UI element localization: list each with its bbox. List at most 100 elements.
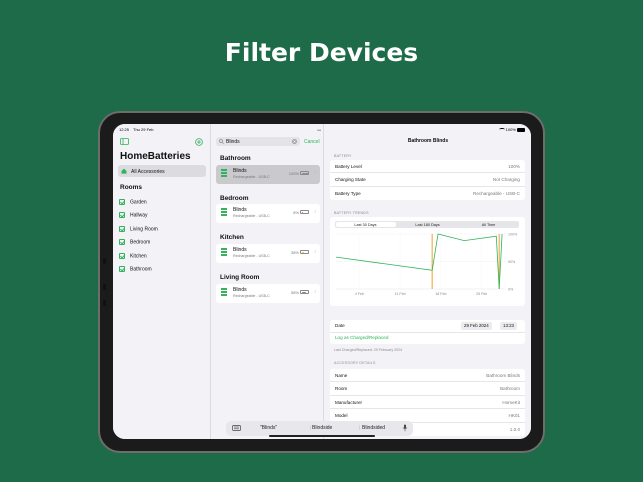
add-icon[interactable] <box>195 138 203 146</box>
device-row-bathroom-blinds[interactable]: Blinds Rechargeable - USB-C 100% › <box>216 165 320 184</box>
row-value: Bathroom Blinds <box>486 373 520 378</box>
sidebar-item-hallway[interactable]: Hallway <box>119 212 148 218</box>
row-label: Name <box>335 373 348 378</box>
sidebar-item-label: Kitchen <box>130 253 147 260</box>
device-row-bedroom-blinds[interactable]: Blinds Rechargeable - USB-C 8% › <box>216 204 320 223</box>
battery-level: 8% <box>293 210 299 215</box>
sidebar-item-bathroom[interactable]: Bathroom <box>119 266 152 272</box>
battery-type-row: Battery Type Rechargeable - USB-C <box>330 187 525 200</box>
log-charged-button[interactable]: Log as Charged/Replaced <box>335 335 388 340</box>
checkmark-icon <box>119 239 125 245</box>
separator: | <box>359 425 361 431</box>
device-name: Blinds <box>233 168 247 174</box>
headline: Filter Devices <box>224 38 419 67</box>
all-accessories-item[interactable]: All Accessories <box>118 165 206 177</box>
status-time: 12:25 <box>119 127 130 132</box>
device-type: Rechargeable - USB-C <box>233 214 270 218</box>
checkmark-icon <box>119 266 125 272</box>
battery-icon <box>300 250 309 254</box>
device-row-living-room-blinds[interactable]: Blinds Rechargeable - USB-C 58% › <box>216 284 320 303</box>
app-title: HomeBatteries <box>120 151 191 162</box>
sidebar: 12:25 Thu 29 Feb HomeBatteries All Acces… <box>113 124 211 439</box>
y-tick-label: 100% <box>508 233 518 237</box>
list-icon <box>221 169 227 177</box>
tab-all-time[interactable]: All Time <box>458 223 519 227</box>
x-tick-label: 25 Feb <box>476 292 487 296</box>
battery-group: Battery Level 100% Charging State Not Char… <box>330 160 525 201</box>
y-tick-label: 0% <box>508 288 514 292</box>
date-picker[interactable]: 29 Feb 2024 <box>461 321 492 330</box>
tab-last-30-days[interactable]: Last 30 Days <box>335 223 396 227</box>
log-group: Date 29 Feb 2024 13:23 Log as Charged/Re… <box>330 320 525 344</box>
x-tick-label: 18 Feb <box>435 292 446 296</box>
search-field[interactable]: Blinds <box>216 137 300 146</box>
device-list-column: ••• Blinds Cancel Bathroom Blinds Rechar… <box>212 124 324 439</box>
x-tick-label: 4 Feb <box>355 292 364 296</box>
last-charged-note: Last Charged/Replaced: 29 February 2024 <box>334 348 403 352</box>
date-label: Date <box>335 323 345 328</box>
device-type: Rechargeable - USB-C <box>233 294 270 298</box>
sidebar-toggle-icon[interactable] <box>120 138 129 145</box>
accessory-section-header: Accessory Details <box>334 361 376 365</box>
room-row: Room Bathroom <box>330 382 525 396</box>
sidebar-item-kitchen[interactable]: Kitchen <box>119 253 147 259</box>
row-value: Bathroom <box>500 386 520 392</box>
battery-icon <box>300 171 309 175</box>
row-value: Not Charging <box>492 177 520 183</box>
chevron-right-icon: › <box>314 289 316 295</box>
keyboard-icon[interactable] <box>232 425 241 432</box>
detail-pane: 100% Bathroom Blinds Battery Battery Lev… <box>325 124 531 439</box>
wifi-icon <box>498 128 505 131</box>
room-heading: Bedroom <box>220 195 249 202</box>
trend-segmented-control: Last 30 Days Last 180 Days All Time <box>335 221 519 228</box>
status-battery: 100% <box>498 127 525 132</box>
sidebar-item-label: Living Room <box>130 226 158 233</box>
list-icon <box>221 248 227 256</box>
device-type: Rechargeable - USB-C <box>233 175 270 179</box>
row-value: HK01 <box>508 413 521 419</box>
sidebar-item-label: Bedroom <box>130 239 151 246</box>
suggestion-2[interactable]: Blindside <box>312 425 332 431</box>
sidebar-item-living-room[interactable]: Living Room <box>119 226 158 232</box>
room-heading: Bathroom <box>220 155 251 162</box>
row-label: Room <box>335 386 348 392</box>
battery-level: 58% <box>290 290 299 295</box>
microphone-icon[interactable] <box>402 424 408 432</box>
status-date: Thu 29 Feb <box>133 127 154 132</box>
battery-section-header: Battery <box>334 154 352 158</box>
search-icon <box>219 139 224 144</box>
suggestion-3[interactable]: Blindsided <box>362 425 385 431</box>
name-row: Name Bathroom Blinds <box>330 369 525 383</box>
sidebar-item-bedroom[interactable]: Bedroom <box>119 239 150 245</box>
battery-icon <box>300 290 309 294</box>
checkmark-icon <box>119 226 125 232</box>
row-value: HomeKit <box>502 399 520 405</box>
room-heading: Kitchen <box>220 234 244 241</box>
battery-level-row: Battery Level 100% <box>330 160 525 174</box>
row-label: Charging State <box>335 177 366 183</box>
row-value: 100% <box>508 164 520 169</box>
cancel-button[interactable]: Cancel <box>304 139 320 145</box>
sidebar-item-garden[interactable]: Garden <box>119 199 147 205</box>
device-row-kitchen-blinds[interactable]: Blinds Rechargeable - USB-C 38% › <box>216 244 320 263</box>
battery-trend-chart: 100% 50% 0% 4 Feb 11 Feb 18 Feb 25 Feb <box>335 233 518 296</box>
chevron-right-icon: › <box>314 170 316 176</box>
list-icon <box>221 208 227 216</box>
divider <box>330 332 525 333</box>
trends-section-header: Battery Trends <box>334 211 369 215</box>
time-picker[interactable]: 13:23 <box>500 321 517 330</box>
search-input[interactable]: Blinds <box>226 139 240 145</box>
device-name: Blinds <box>233 287 247 293</box>
suggestion-1[interactable]: "Blinds" <box>260 425 277 431</box>
keyboard-suggestion-bar: "Blinds" | Blindside | Blindsided <box>226 421 413 436</box>
multitask-dots-icon[interactable]: ••• <box>317 128 321 134</box>
device-name: Blinds <box>233 247 247 253</box>
clear-icon[interactable] <box>292 139 297 144</box>
chevron-right-icon: › <box>314 249 316 255</box>
all-accessories-label: All Accessories <box>131 168 165 175</box>
tab-last-180-days[interactable]: Last 180 Days <box>397 223 458 227</box>
home-indicator <box>269 435 375 437</box>
battery-status-icon <box>517 127 525 132</box>
row-value: Rechargeable - USB-C <box>473 190 520 196</box>
app-screen: 12:25 Thu 29 Feb HomeBatteries All Acces… <box>113 124 531 439</box>
